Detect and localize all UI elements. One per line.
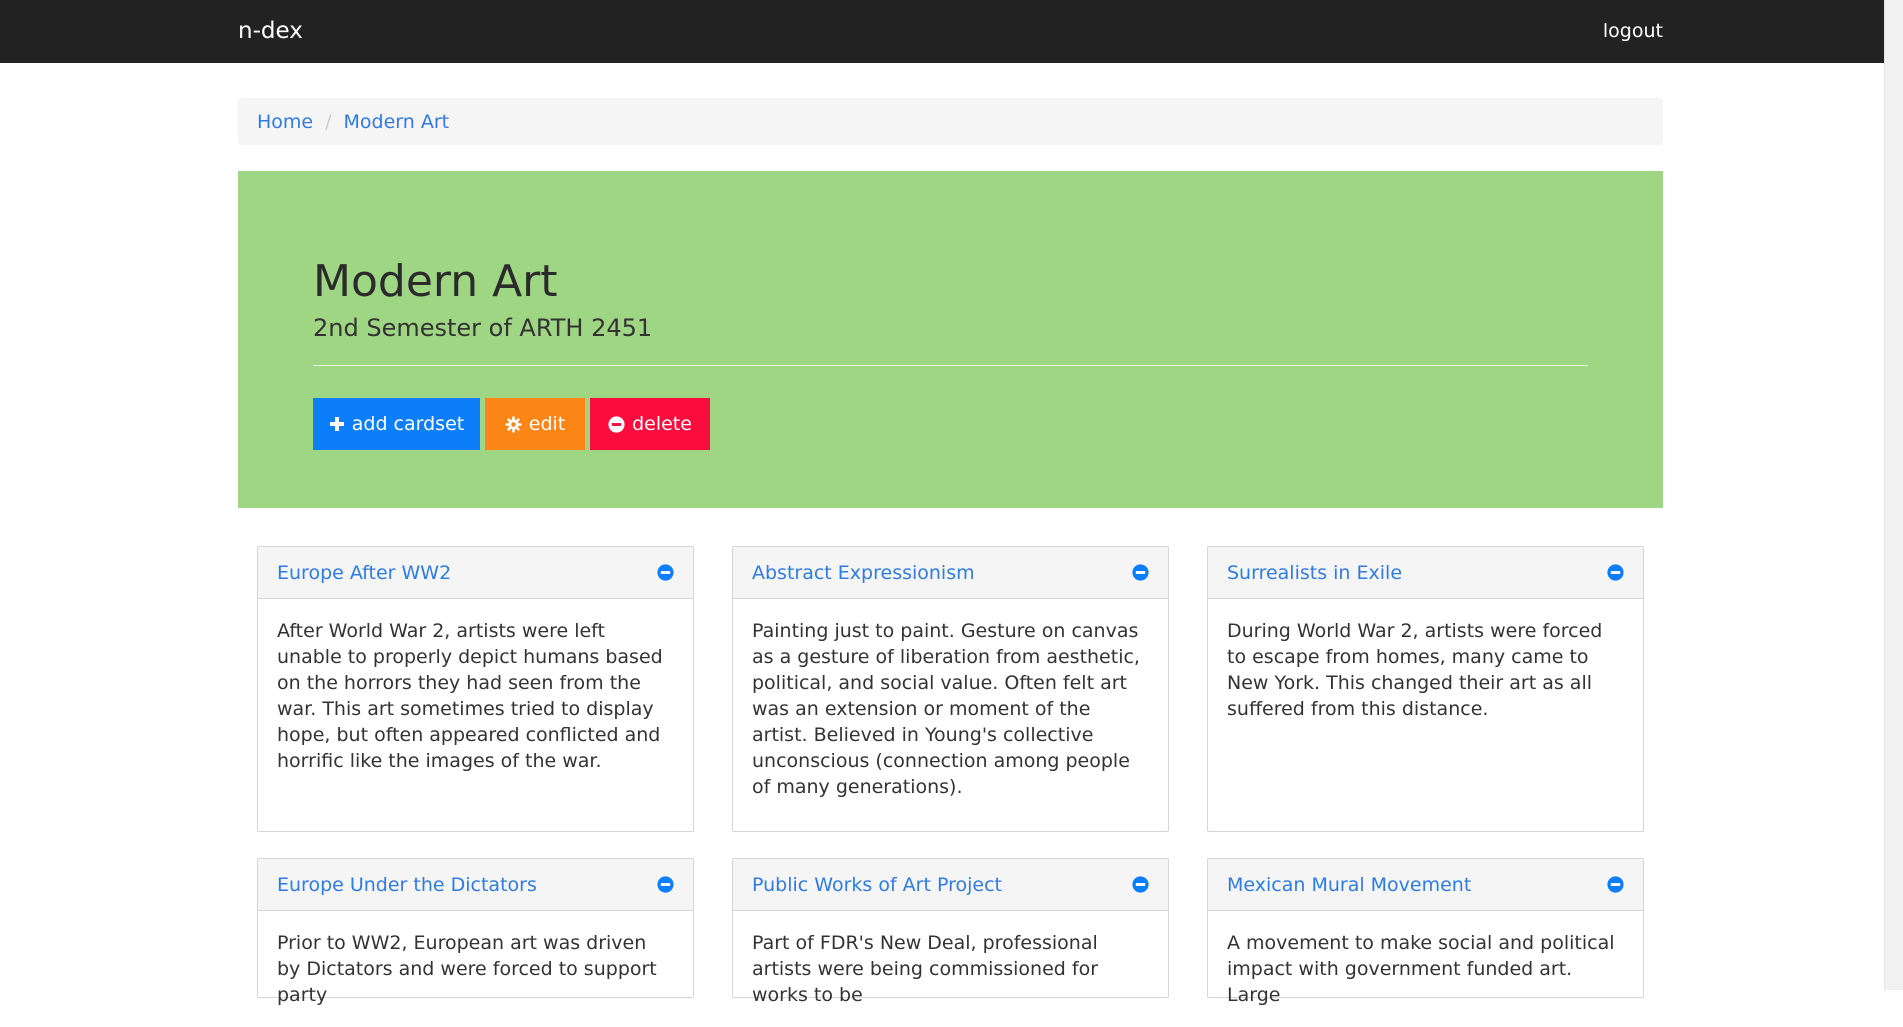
cardset-card-header: Surrealists in Exile	[1208, 547, 1643, 599]
cardset-description: After World War 2, artists were left una…	[277, 620, 663, 772]
breadcrumb-current-link[interactable]: Modern Art	[344, 111, 450, 133]
cardset-description: Prior to WW2, European art was driven by…	[277, 932, 657, 1006]
cardset-description: During World War 2, artists were forced …	[1227, 620, 1603, 720]
cardset-card: Abstract Expressionism Painting just to …	[732, 546, 1169, 832]
cardset-title-link[interactable]: Surrealists in Exile	[1227, 562, 1402, 584]
course-title: Modern Art	[313, 256, 558, 307]
edit-button[interactable]: edit	[485, 398, 585, 450]
delete-button[interactable]: delete	[590, 398, 710, 450]
course-header: Modern Art 2nd Semester of ARTH 2451 add…	[238, 171, 1663, 508]
minus-circle-icon[interactable]	[657, 564, 674, 581]
cardset-card: Europe After WW2 After World War 2, arti…	[257, 546, 694, 832]
edit-label: edit	[528, 413, 566, 435]
cardset-card: Public Works of Art Project Part of FDR'…	[732, 858, 1169, 1006]
brand-link[interactable]: n-dex	[238, 16, 303, 46]
cardset-card-header: Europe Under the Dictators	[258, 859, 693, 911]
minus-circle-icon[interactable]	[657, 876, 674, 893]
minus-circle-icon[interactable]	[1132, 564, 1149, 581]
breadcrumb-home-link[interactable]: Home	[257, 111, 313, 133]
logout-link[interactable]: logout	[1603, 18, 1663, 44]
course-subtitle: 2nd Semester of ARTH 2451	[313, 314, 653, 342]
cardset-card-header: Public Works of Art Project	[733, 859, 1168, 911]
page-scrollbar[interactable]	[1884, 0, 1903, 990]
cardset-description: Part of FDR's New Deal, professional art…	[752, 932, 1099, 1006]
cardset-description: A movement to make social and political …	[1227, 932, 1615, 1006]
cardset-title-link[interactable]: Public Works of Art Project	[752, 874, 1002, 896]
minus-circle-icon[interactable]	[1607, 564, 1624, 581]
delete-label: delete	[632, 413, 692, 435]
minus-circle-icon[interactable]	[1132, 876, 1149, 893]
cardset-card-header: Abstract Expressionism	[733, 547, 1168, 599]
add-cardset-label: add cardset	[351, 413, 465, 435]
plus-icon	[329, 417, 344, 431]
minus-circle-icon[interactable]	[1607, 876, 1624, 893]
minus-circle-icon	[608, 415, 625, 433]
cardset-card: Mexican Mural Movement A movement to mak…	[1207, 858, 1644, 1006]
cardset-title-link[interactable]: Europe Under the Dictators	[277, 874, 537, 896]
header-divider	[313, 365, 1588, 366]
breadcrumb: Home / Modern Art	[238, 98, 1663, 145]
cardset-title-link[interactable]: Europe After WW2	[277, 562, 451, 584]
cardset-title-link[interactable]: Abstract Expressionism	[752, 562, 975, 584]
cardset-title-link[interactable]: Mexican Mural Movement	[1227, 874, 1471, 896]
cardset-card: Europe Under the Dictators Prior to WW2,…	[257, 858, 694, 1006]
cardset-description: Painting just to paint. Gesture on canva…	[752, 620, 1140, 798]
gear-icon	[505, 415, 522, 433]
add-cardset-button[interactable]: add cardset	[313, 398, 480, 450]
breadcrumb-separator: /	[325, 110, 332, 133]
cardset-card-header: Mexican Mural Movement	[1208, 859, 1643, 911]
cardset-card-header: Europe After WW2	[258, 547, 693, 599]
cardset-card: Surrealists in Exile During World War 2,…	[1207, 546, 1644, 832]
top-navbar: n-dex logout	[0, 0, 1884, 63]
